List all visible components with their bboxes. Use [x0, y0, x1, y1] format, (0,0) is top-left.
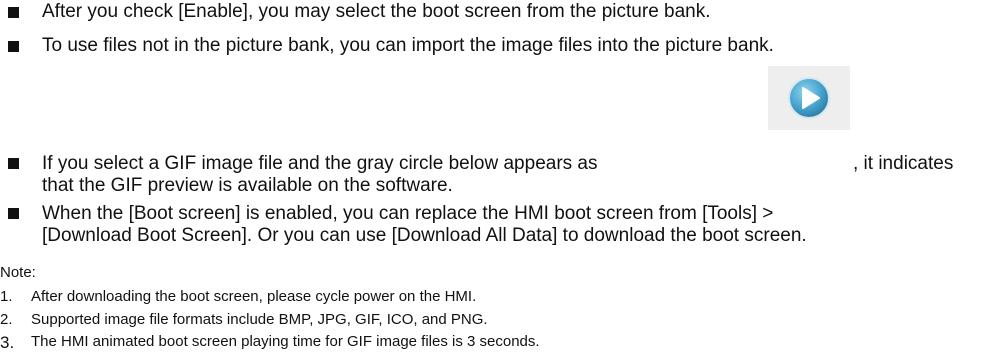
bullet-text: , it indicates: [853, 153, 954, 174]
play-icon: [768, 66, 850, 130]
note-number: 1.: [0, 288, 13, 305]
note-number: 2.: [0, 311, 13, 328]
bullet-square-icon: [8, 208, 19, 219]
note-text: Supported image file formats include BMP…: [31, 311, 488, 328]
bullet-square-icon: [8, 7, 19, 18]
note-text: After downloading the boot screen, pleas…: [31, 288, 477, 305]
note-number: 3.: [0, 333, 15, 352]
bullet-text: [Download Boot Screen]. Or you can use […: [42, 225, 807, 246]
note-text: The HMI animated boot screen playing tim…: [31, 333, 540, 350]
bullet-text: If you select a GIF image file and the g…: [42, 153, 598, 174]
bullet-text: To use files not in the picture bank, yo…: [42, 35, 774, 56]
bullet-square-icon: [8, 41, 19, 52]
bullet-text: that the GIF preview is available on the…: [42, 175, 453, 196]
note-label: Note:: [0, 264, 36, 281]
bullet-text: After you check [Enable], you may select…: [42, 1, 711, 22]
play-icon-graphic: [788, 77, 830, 119]
bullet-square-icon: [8, 158, 19, 169]
bullet-text: When the [Boot screen] is enabled, you c…: [42, 203, 774, 224]
